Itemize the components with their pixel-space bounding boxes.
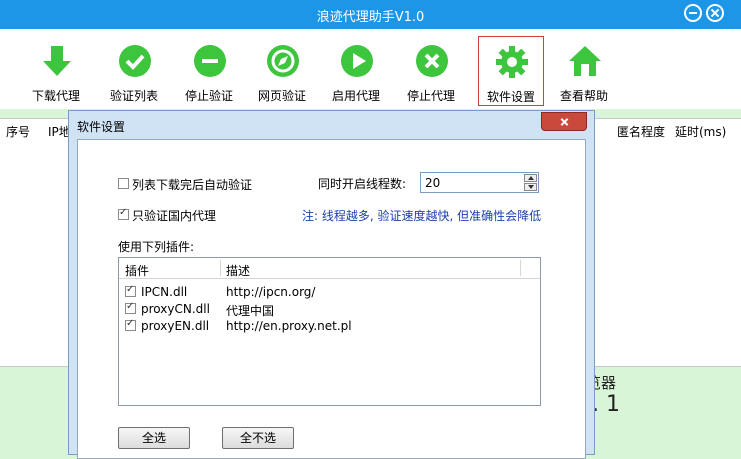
view-help-button[interactable]: 查看帮助 xyxy=(551,29,617,105)
home-icon xyxy=(568,44,602,78)
column-anonymity[interactable]: 匿名程度 xyxy=(617,123,665,140)
view-help-label: 查看帮助 xyxy=(559,89,608,103)
plugin-name: proxyEN.dll xyxy=(141,319,210,333)
column-delay[interactable]: 延时(ms) xyxy=(675,123,726,140)
dialog-body: 列表下载完后自动验证 同时开启线程数: 20 只验证国内代理 注: 线程越多, … xyxy=(77,139,586,459)
compass-icon xyxy=(266,44,300,78)
column-divider xyxy=(520,260,521,276)
download-proxy-button[interactable]: 下载代理 xyxy=(23,29,89,105)
plugin-name: IPCN.dll xyxy=(141,285,188,299)
thread-count-label: 同时开启线程数: xyxy=(318,177,407,191)
verify-list-button[interactable]: 验证列表 xyxy=(101,29,167,105)
plugins-label: 使用下列插件: xyxy=(118,240,195,254)
stop-proxy-label: 停止代理 xyxy=(406,89,455,103)
verify-list-label: 验证列表 xyxy=(109,89,158,103)
x-circle-icon xyxy=(415,44,449,78)
thread-count-spinner[interactable]: 20 xyxy=(420,172,539,193)
thread-note: 注: 线程越多, 验证速度越快, 但准确性会降低 xyxy=(302,209,542,223)
download-arrow-icon xyxy=(40,44,74,78)
stop-proxy-button[interactable]: 停止代理 xyxy=(398,29,464,105)
plugin-desc: http://en.proxy.net.pl xyxy=(226,319,352,333)
minus-circle-icon xyxy=(193,44,227,78)
check-circle-icon xyxy=(118,44,152,78)
plugin-row[interactable]: IPCN.dll http://ipcn.org/ xyxy=(119,283,540,300)
plugin-row[interactable]: proxyCN.dll 代理中国 xyxy=(119,300,540,318)
enable-proxy-label: 启用代理 xyxy=(331,89,380,103)
select-all-button[interactable]: 全选 xyxy=(118,427,190,449)
spinner-down-icon[interactable] xyxy=(524,183,537,191)
plugin-checkbox[interactable] xyxy=(125,284,136,297)
plugin-list[interactable]: 插件 描述 IPCN.dll http://ipcn.org/ proxyCN.… xyxy=(118,257,541,406)
column-divider xyxy=(220,260,221,276)
plugin-column-name[interactable]: 插件 xyxy=(125,262,149,279)
auto-verify-checkbox[interactable] xyxy=(118,178,129,189)
plugin-checkbox[interactable] xyxy=(125,301,136,314)
stop-verify-button[interactable]: 停止验证 xyxy=(176,29,242,105)
plugin-checkbox[interactable] xyxy=(125,318,136,331)
play-circle-icon xyxy=(340,44,374,78)
enable-proxy-button[interactable]: 启用代理 xyxy=(323,29,389,105)
select-none-button[interactable]: 全不选 xyxy=(222,427,294,449)
web-verify-label: 网页验证 xyxy=(257,89,306,103)
close-icon[interactable] xyxy=(706,4,724,22)
minimize-icon[interactable] xyxy=(684,4,702,22)
settings-dialog: 软件设置 列表下载完后自动验证 同时开启线程数: 20 只验证国内代理 注: 线… xyxy=(68,110,595,459)
plugin-desc: http://ipcn.org/ xyxy=(226,285,316,299)
auto-verify-label: 列表下载完后自动验证 xyxy=(132,178,253,192)
plugin-name: proxyCN.dll xyxy=(141,302,210,316)
software-settings-label: 软件设置 xyxy=(486,90,535,104)
window-title: 浪迹代理助手V1.0 xyxy=(316,10,425,25)
plugin-list-header: 插件 描述 xyxy=(119,258,540,279)
background-text-version: . 1 xyxy=(592,392,620,417)
stop-verify-label: 停止验证 xyxy=(184,89,233,103)
dialog-title: 软件设置 xyxy=(77,120,126,134)
plugin-column-desc[interactable]: 描述 xyxy=(226,262,250,279)
web-verify-button[interactable]: 网页验证 xyxy=(249,29,315,105)
thread-count-value: 20 xyxy=(425,176,441,190)
gear-icon xyxy=(495,45,529,79)
toolbar: 下载代理 验证列表 停止验证 网页验证 启用代理 停止代理 软件设置 查看帮助 xyxy=(0,29,741,109)
software-settings-button[interactable]: 软件设置 xyxy=(478,36,544,106)
spinner-up-icon[interactable] xyxy=(524,174,537,182)
plugin-row[interactable]: proxyEN.dll http://en.proxy.net.pl xyxy=(119,317,540,334)
title-bar: 浪迹代理助手V1.0 xyxy=(0,0,741,29)
column-index[interactable]: 序号 xyxy=(6,123,30,140)
domestic-only-label: 只验证国内代理 xyxy=(132,209,217,223)
domestic-only-checkbox[interactable] xyxy=(118,207,129,220)
dialog-close-button[interactable] xyxy=(541,112,587,131)
download-proxy-label: 下载代理 xyxy=(31,89,80,103)
